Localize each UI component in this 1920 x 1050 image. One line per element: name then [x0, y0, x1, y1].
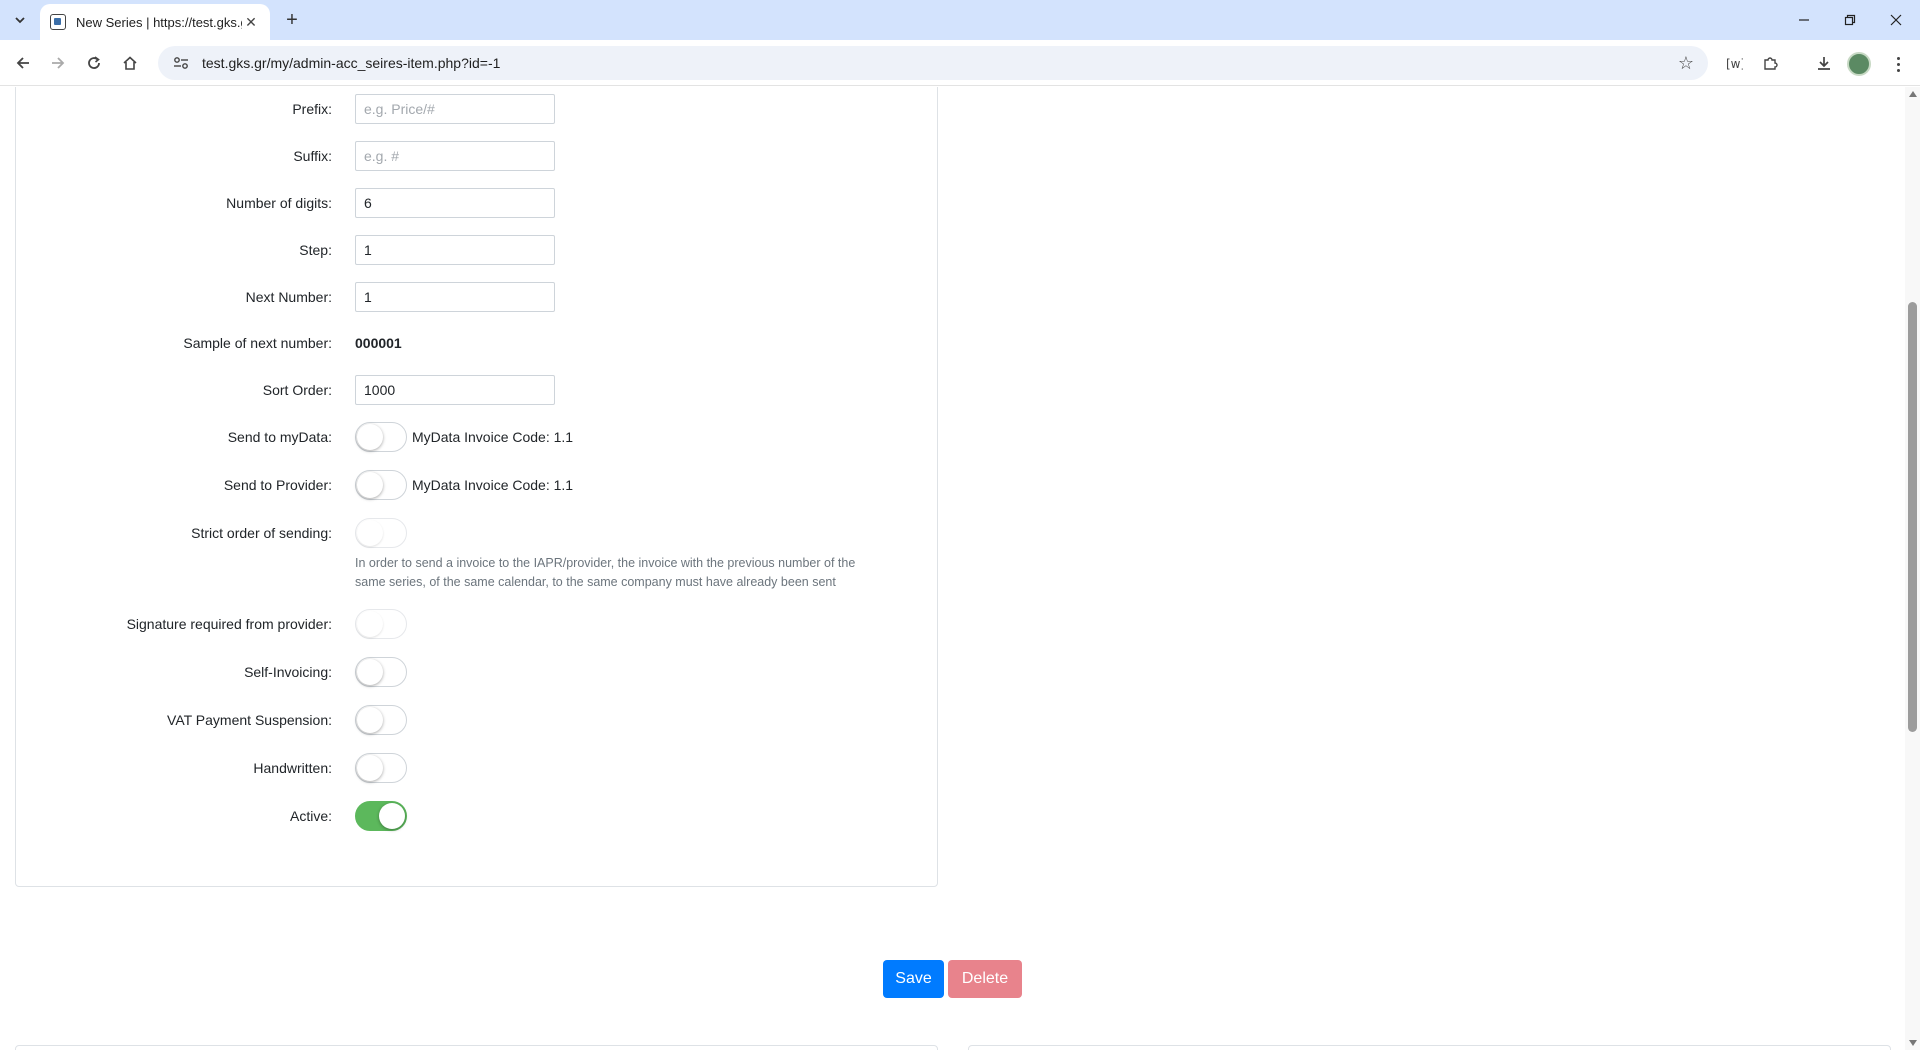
sort-order-label: Sort Order:	[262, 382, 332, 398]
vat-suspension-row: VAT Payment Suspension:	[16, 705, 939, 735]
next-number-row: Next Number:	[16, 282, 939, 312]
send-provider-toggle[interactable]	[355, 470, 407, 500]
toggle-knob	[357, 424, 383, 450]
vat-suspension-label: VAT Payment Suspension:	[167, 712, 332, 728]
home-icon[interactable]	[118, 51, 142, 75]
suffix-row: Suffix:	[16, 141, 939, 171]
browser-tab-active[interactable]: New Series | https://test.gks.gr/ ✕	[40, 4, 270, 40]
page-scrollbar[interactable]	[1905, 87, 1920, 1050]
digits-input[interactable]	[355, 188, 555, 218]
vat-suspension-toggle[interactable]	[355, 705, 407, 735]
url-text: test.gks.gr/my/admin-acc_seires-item.php…	[202, 55, 501, 71]
handwritten-toggle[interactable]	[355, 753, 407, 783]
scrollbar-thumb[interactable]	[1908, 302, 1917, 732]
toggle-knob	[357, 611, 383, 637]
self-invoicing-label: Self-Invoicing:	[244, 664, 332, 680]
send-mydata-toggle[interactable]	[355, 422, 407, 452]
scroll-down-arrow-icon[interactable]	[1909, 1040, 1917, 1046]
save-button[interactable]: Save	[883, 960, 944, 998]
strict-order-help-line-2: same series, of the same calendar, to th…	[355, 575, 836, 589]
scroll-up-arrow-icon[interactable]	[1909, 91, 1917, 97]
tab-search-chevron-icon[interactable]	[8, 8, 32, 32]
self-invoicing-toggle[interactable]	[355, 657, 407, 687]
browser-toolbar: test.gks.gr/my/admin-acc_seires-item.php…	[0, 40, 1920, 86]
strict-order-help: In order to send a invoice to the IAPR/p…	[355, 554, 925, 592]
reload-icon[interactable]	[82, 51, 106, 75]
bookmark-star-icon[interactable]: ☆	[1678, 53, 1694, 74]
sample-value: 000001	[355, 335, 402, 351]
signature-toggle[interactable]	[355, 609, 407, 639]
step-label: Step:	[299, 242, 332, 258]
send-provider-row: Send to Provider: MyData Invoice Code: 1…	[16, 470, 939, 500]
suffix-input[interactable]	[355, 141, 555, 171]
extensions-puzzle-icon[interactable]	[1758, 51, 1782, 75]
strict-order-help-line-1: In order to send a invoice to the IAPR/p…	[355, 556, 856, 570]
extension-w-icon[interactable]: [w]	[1722, 51, 1746, 75]
send-mydata-code: MyData Invoice Code: 1.1	[412, 429, 574, 445]
send-mydata-label: Send to myData:	[227, 429, 332, 445]
new-tab-plus-icon[interactable]: +	[280, 8, 304, 32]
digits-row: Number of digits:	[16, 188, 939, 218]
signature-label: Signature required from provider:	[126, 616, 332, 632]
minimize-icon[interactable]	[1781, 0, 1827, 40]
toggle-knob	[357, 755, 383, 781]
handwritten-label: Handwritten:	[253, 760, 332, 776]
toggle-knob	[357, 472, 383, 498]
self-invoicing-row: Self-Invoicing:	[16, 657, 939, 687]
lower-card-left	[15, 1045, 938, 1050]
prefix-label: Prefix:	[292, 101, 332, 117]
site-settings-icon[interactable]	[172, 54, 190, 72]
active-toggle[interactable]	[355, 801, 407, 831]
tab-close-icon[interactable]: ✕	[242, 13, 260, 31]
toggle-knob	[379, 803, 405, 829]
next-number-input[interactable]	[355, 282, 555, 312]
handwritten-row: Handwritten:	[16, 753, 939, 783]
prefix-row: Prefix:	[16, 94, 939, 124]
active-row: Active:	[16, 801, 939, 831]
send-mydata-row: Send to myData: MyData Invoice Code: 1.1	[16, 422, 939, 452]
downloads-icon[interactable]	[1812, 51, 1836, 75]
sort-order-row: Sort Order:	[16, 375, 939, 405]
strict-order-label: Strict order of sending:	[191, 525, 332, 541]
forward-arrow-icon[interactable]	[46, 51, 70, 75]
send-provider-label: Send to Provider:	[223, 477, 332, 493]
site-favicon-icon	[50, 14, 66, 30]
send-provider-code: MyData Invoice Code: 1.1	[412, 477, 574, 493]
restore-icon[interactable]	[1827, 0, 1873, 40]
sort-order-input[interactable]	[355, 375, 555, 405]
series-form-card: Prefix: Suffix: Number of digits: Step: …	[15, 87, 938, 887]
strict-order-toggle[interactable]	[355, 518, 407, 548]
window-close-icon[interactable]	[1873, 0, 1919, 40]
profile-avatar[interactable]	[1847, 52, 1871, 76]
toggle-knob	[357, 659, 383, 685]
address-bar[interactable]: test.gks.gr/my/admin-acc_seires-item.php…	[158, 46, 1708, 80]
back-arrow-icon[interactable]	[11, 51, 35, 75]
browser-menu-icon[interactable]	[1890, 52, 1906, 76]
sample-row: Sample of next number: 000001	[16, 328, 939, 358]
delete-button[interactable]: Delete	[948, 960, 1022, 998]
toggle-knob	[357, 707, 383, 733]
sample-label: Sample of next number:	[183, 335, 332, 351]
step-row: Step:	[16, 235, 939, 265]
suffix-label: Suffix:	[293, 148, 332, 164]
browser-tabstrip: New Series | https://test.gks.gr/ ✕ +	[0, 0, 1920, 40]
step-input[interactable]	[355, 235, 555, 265]
toggle-knob	[357, 520, 383, 546]
page-viewport: Prefix: Suffix: Number of digits: Step: …	[0, 87, 1905, 1050]
lower-card-right	[968, 1045, 1891, 1050]
next-number-label: Next Number:	[245, 289, 332, 305]
signature-row: Signature required from provider:	[16, 609, 939, 639]
active-label: Active:	[289, 808, 332, 824]
svg-text:[w]: [w]	[1726, 57, 1743, 71]
digits-label: Number of digits:	[226, 195, 332, 211]
prefix-input[interactable]	[355, 94, 555, 124]
tab-title: New Series | https://test.gks.gr/	[76, 14, 242, 30]
strict-order-row: Strict order of sending:	[16, 518, 939, 548]
